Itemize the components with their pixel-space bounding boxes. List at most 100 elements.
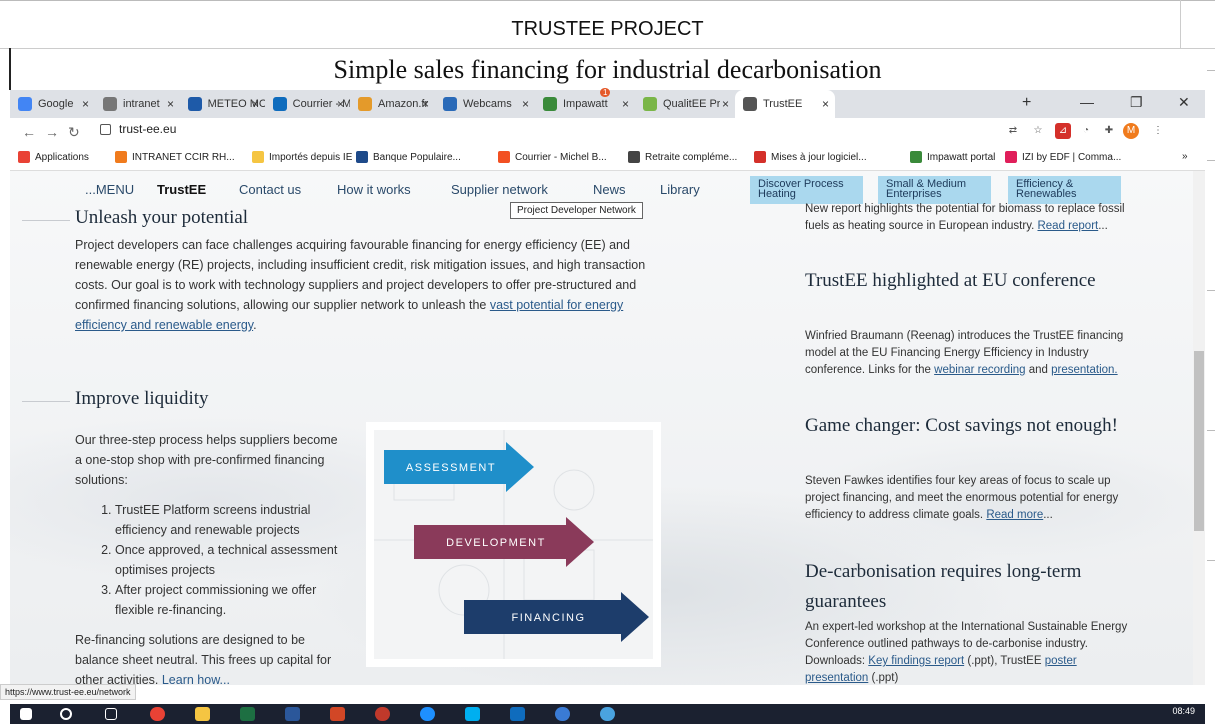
bookmark-item[interactable]: Banque Populaire... xyxy=(356,151,461,163)
news-mid: and xyxy=(1025,364,1052,376)
minimize-icon[interactable]: — xyxy=(1080,94,1094,110)
ie-icon[interactable] xyxy=(420,707,435,721)
learn-how-link[interactable]: Learn how... xyxy=(162,673,230,685)
url-text: trust-ee.eu xyxy=(119,122,177,136)
bookmark-icon xyxy=(18,151,30,163)
bookmarks-bar: Applications INTRANET CCIR RH... Importés … xyxy=(10,145,1205,171)
close-tab-icon[interactable]: × xyxy=(822,97,829,111)
scrollbar[interactable] xyxy=(1193,171,1205,685)
tab-meteo-mc[interactable]: METEO MC × xyxy=(180,90,265,118)
news-tail: (.ppt) xyxy=(868,672,899,684)
news-item: Steven Fawkes identifies four key areas … xyxy=(805,473,1135,524)
nav-pill-efficiency[interactable]: Efficiency & Renewables xyxy=(1008,176,1121,204)
unleash-text: Project developers can face challenges a… xyxy=(75,235,663,335)
app-icon[interactable] xyxy=(555,707,570,721)
bookmark-item[interactable]: INTRANET CCIR RH... xyxy=(115,151,235,163)
tab-qualitee-pr[interactable]: QualitEE Pr × xyxy=(635,90,735,118)
nav-how-it-works[interactable]: How it works xyxy=(337,182,411,197)
heading-liquidity: Improve liquidity xyxy=(75,388,209,409)
new-tab-icon[interactable]: + xyxy=(1022,94,1031,112)
bookmark-item[interactable]: Mises à jour logiciel... xyxy=(754,151,867,163)
impawatt-icon xyxy=(543,97,557,111)
task-view-icon[interactable] xyxy=(105,708,117,720)
nav-contact[interactable]: Contact us xyxy=(239,182,301,197)
nav-menu[interactable]: ...MENU xyxy=(85,182,134,197)
webcam-icon xyxy=(443,97,457,111)
profile-avatar[interactable]: M xyxy=(1123,123,1139,139)
tab-amazon-fr[interactable]: Amazon.fr × xyxy=(350,90,435,118)
divider xyxy=(0,48,1215,49)
reload-icon[interactable]: ↻ xyxy=(68,124,80,141)
bookmark-item[interactable]: IZI by EDF | Comma... xyxy=(1005,151,1121,163)
liquidity-text: Our three-step process helps suppliers b… xyxy=(75,430,345,685)
app-icon[interactable] xyxy=(375,707,390,721)
heading-rule xyxy=(22,220,70,221)
tooltip: Project Developer Network xyxy=(510,202,643,219)
presentation-link[interactable]: presentation. xyxy=(1051,364,1118,376)
back-icon[interactable]: ← xyxy=(22,124,36,140)
forward-icon[interactable]: → xyxy=(45,124,59,140)
chrome-icon[interactable] xyxy=(150,707,165,721)
menu-kebab-icon[interactable]: ⋮ xyxy=(1150,123,1166,139)
close-tab-icon[interactable]: × xyxy=(252,97,259,111)
powerpoint-icon[interactable] xyxy=(330,707,345,721)
key-findings-link[interactable]: Key findings report xyxy=(868,655,964,667)
read-report-link[interactable]: Read report xyxy=(1037,220,1098,232)
nav-pill-sme[interactable]: Small & Medium Enterprises xyxy=(878,176,991,204)
bookmark-icon xyxy=(1005,151,1017,163)
word-icon[interactable] xyxy=(285,707,300,721)
close-tab-icon[interactable]: × xyxy=(167,97,174,111)
bookmark-item[interactable]: Importés depuis IE xyxy=(252,151,352,163)
nav-supplier-network[interactable]: Supplier network xyxy=(451,182,548,197)
close-tab-icon[interactable]: × xyxy=(82,97,89,111)
nav-brand[interactable]: TrustEE xyxy=(157,182,206,197)
close-tab-icon[interactable]: × xyxy=(722,97,729,111)
bookmark-star-icon[interactable]: ☆ xyxy=(1030,123,1046,139)
excel-icon[interactable] xyxy=(240,707,255,721)
nav-news[interactable]: News xyxy=(593,182,626,197)
extension-icon[interactable]: ◔ xyxy=(1078,123,1094,139)
news-text: Steven Fawkes identifies four key areas … xyxy=(805,475,1119,521)
step-item: Once approved, a technical assessment op… xyxy=(115,540,345,580)
address-bar[interactable]: trust-ee.eu xyxy=(100,122,176,136)
tab-intranet[interactable]: intranet × xyxy=(95,90,180,118)
bookmark-item[interactable]: Courrier - Michel B... xyxy=(498,151,607,163)
news-item: Winfried Braumann (Reenag) introduces th… xyxy=(805,328,1135,379)
bookmarks-overflow-icon[interactable]: » xyxy=(1182,151,1188,162)
close-tab-icon[interactable]: × xyxy=(337,97,344,111)
globe-icon xyxy=(743,97,757,111)
restore-icon[interactable]: ❐ xyxy=(1130,94,1143,111)
folder-icon[interactable] xyxy=(195,707,210,721)
bookmark-item[interactable]: Applications xyxy=(18,151,89,163)
bookmark-item[interactable]: Impawatt portal xyxy=(910,151,995,163)
pdf-extension-icon[interactable]: ⊿ xyxy=(1055,123,1071,139)
news-heading: Game changer: Cost savings not enough! xyxy=(805,415,1118,436)
bookmark-item[interactable]: Retraite compléme... xyxy=(628,151,737,163)
tab-impawatt[interactable]: Impawatt 1 × xyxy=(535,88,635,118)
divider xyxy=(9,48,11,90)
app-icon[interactable] xyxy=(600,707,615,721)
meteo-icon xyxy=(188,97,202,111)
close-window-icon[interactable]: ✕ xyxy=(1178,94,1190,111)
tab-webcams[interactable]: Webcams × xyxy=(435,90,535,118)
tab-courrier-m[interactable]: Courrier - M × xyxy=(265,90,350,118)
windows-start-icon[interactable] xyxy=(20,708,32,720)
close-tab-icon[interactable]: × xyxy=(522,97,529,111)
puzzle-extensions-icon[interactable]: ✚ xyxy=(1101,123,1117,139)
tab-trustee[interactable]: TrustEE × xyxy=(735,90,835,118)
translate-icon[interactable]: ⇄ xyxy=(1005,123,1021,139)
close-tab-icon[interactable]: × xyxy=(622,97,629,111)
skype-icon[interactable] xyxy=(465,707,480,721)
bookmark-label: Impawatt portal xyxy=(927,151,996,163)
web-page: ...MENU TrustEE Contact us How it works … xyxy=(10,171,1205,685)
close-tab-icon[interactable]: × xyxy=(422,97,429,111)
nav-library[interactable]: Library xyxy=(660,182,700,197)
webinar-link[interactable]: webinar recording xyxy=(934,364,1025,376)
tab-google[interactable]: Google × xyxy=(10,90,95,118)
tab-label: Impawatt xyxy=(563,98,608,110)
search-icon[interactable] xyxy=(60,708,72,720)
read-more-link[interactable]: Read more xyxy=(986,509,1043,521)
nav-pill-process-heating[interactable]: Discover Process Heating xyxy=(750,176,863,204)
scrollbar-thumb[interactable] xyxy=(1194,351,1204,531)
outlook-icon[interactable] xyxy=(510,707,525,721)
